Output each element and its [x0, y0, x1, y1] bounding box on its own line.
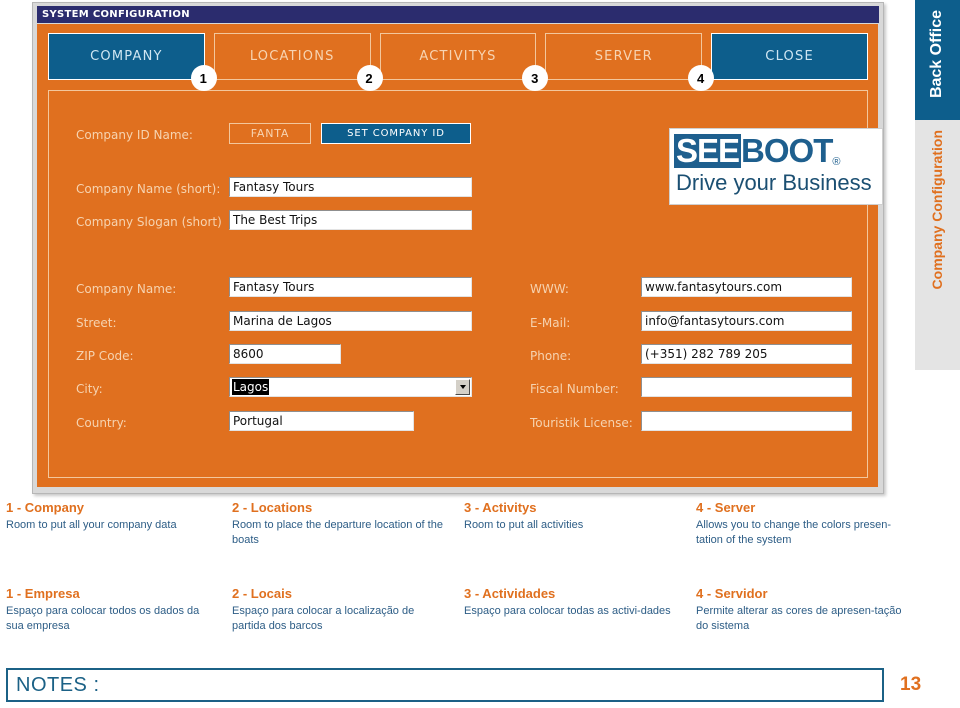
logo-wordmark: SEE BOOT ®: [674, 132, 878, 170]
www-input[interactable]: www.fantasytours.com: [641, 277, 852, 297]
logo-tagline: Drive your Business: [676, 170, 872, 195]
system-configuration-window: SYSTEM CONFIGURATION COMPANY 1 LOCATIONS…: [32, 2, 884, 494]
notes-box[interactable]: NOTES :: [6, 668, 884, 702]
company-id-label: Company ID Name:: [76, 128, 193, 142]
caption-company-en: 1 - Company Room to put all your company…: [0, 500, 232, 548]
fiscal-number-input[interactable]: [641, 377, 852, 397]
fiscal-number-label: Fiscal Number:: [530, 382, 619, 396]
tab-server[interactable]: SERVER 4: [545, 33, 715, 91]
tab-company[interactable]: COMPANY 1: [48, 33, 217, 91]
captions-portuguese: 1 - Empresa Espaço para colocar todos os…: [0, 586, 960, 634]
caption-empresa-pt-body: Espaço para colocar todos os dados da su…: [6, 605, 200, 632]
caption-locations-en-body: Room to place the departure location of …: [232, 519, 443, 546]
window-client-area: COMPANY 1 LOCATIONS 2 ACTIVITYS 3 SERVER…: [37, 24, 878, 487]
caption-locais-pt-body: Espaço para colocar a localização de par…: [232, 605, 415, 632]
street-label: Street:: [76, 316, 117, 330]
caption-activitys-en: 3 - Activitys Room to put all activities: [464, 500, 696, 548]
caption-empresa-pt: 1 - Empresa Espaço para colocar todos os…: [0, 586, 232, 634]
company-slogan-short-label: Company Slogan (short): [76, 215, 222, 229]
caption-server-en-body: Allows you to change the colors presen-t…: [696, 519, 892, 546]
email-label: E-Mail:: [530, 316, 571, 330]
tab-activitys-label: ACTIVITYS: [419, 49, 497, 64]
chevron-down-icon[interactable]: [455, 379, 470, 395]
page-number: 13: [900, 674, 922, 695]
tab-server-badge: 4: [688, 65, 715, 91]
country-label: Country:: [76, 416, 127, 430]
seeboot-logo: SEE BOOT ® Drive your Business: [669, 128, 883, 205]
caption-activitys-en-body: Room to put all activities: [464, 519, 584, 531]
caption-actividades-pt-body: Espaço para colocar todas as activi-dade…: [464, 605, 671, 617]
tab-locations-label: LOCATIONS: [249, 49, 335, 64]
www-label: WWW:: [530, 282, 569, 296]
city-selected-value: Lagos: [232, 379, 270, 395]
company-slogan-short-input[interactable]: The Best Trips: [229, 210, 472, 230]
tab-company-badge: 1: [190, 65, 217, 91]
company-name-label: Company Name:: [76, 282, 177, 296]
tab-activitys-badge: 3: [522, 65, 549, 91]
notes-label: NOTES :: [16, 674, 100, 696]
logo-boot-text: BOOT: [741, 132, 833, 169]
window-title: SYSTEM CONFIGURATION: [42, 9, 190, 20]
company-name-short-input[interactable]: Fantasy Tours: [229, 177, 472, 197]
side-tab-company-configuration-label: Company Configuration: [929, 130, 945, 290]
caption-server-en-heading: 4 - Server: [696, 500, 756, 515]
caption-actividades-pt: 3 - Actividades Espaço para colocar toda…: [464, 586, 696, 634]
close-button-label: CLOSE: [765, 49, 814, 64]
side-tab-company-configuration[interactable]: Company Configuration: [915, 120, 960, 370]
caption-servidor-pt-heading: 4 - Servidor: [696, 586, 768, 601]
email-input[interactable]: info@fantasytours.com: [641, 311, 852, 331]
side-tab-back-office[interactable]: Back Office: [915, 0, 960, 120]
touristik-license-label: Touristik License:: [530, 416, 633, 430]
caption-locais-pt-heading: 2 - Locais: [232, 586, 292, 601]
company-name-short-label: Company Name (short):: [76, 182, 221, 196]
caption-company-en-heading: 1 - Company: [6, 500, 85, 515]
touristik-license-input[interactable]: [641, 411, 852, 431]
tab-server-label: SERVER: [594, 49, 653, 64]
caption-locations-en: 2 - Locations Room to place the departur…: [232, 500, 464, 548]
tab-activitys[interactable]: ACTIVITYS 3: [379, 33, 549, 91]
registered-trademark-icon: ®: [832, 156, 841, 168]
close-button[interactable]: CLOSE: [711, 33, 868, 80]
phone-label: Phone:: [530, 349, 572, 363]
caption-actividades-pt-heading: 3 - Actividades: [464, 586, 556, 601]
city-label: City:: [76, 382, 103, 396]
tab-locations[interactable]: LOCATIONS 2: [213, 33, 383, 91]
caption-activitys-en-heading: 3 - Activitys: [464, 500, 537, 515]
zip-code-label: ZIP Code:: [76, 349, 134, 363]
caption-server-en: 4 - Server Allows you to change the colo…: [696, 500, 926, 548]
company-id-value[interactable]: FANTA: [229, 123, 311, 144]
zip-code-input[interactable]: 8600: [229, 344, 341, 364]
caption-locais-pt: 2 - Locais Espaço para colocar a localiz…: [232, 586, 464, 634]
tab-company-label: COMPANY: [90, 49, 163, 64]
set-company-id-button[interactable]: SET COMPANY ID: [321, 123, 471, 144]
tab-strip: COMPANY 1 LOCATIONS 2 ACTIVITYS 3 SERVER…: [48, 33, 868, 91]
caption-servidor-pt-body: Permite alterar as cores de apresen-taçã…: [696, 605, 902, 632]
window-titlebar: SYSTEM CONFIGURATION: [37, 6, 879, 23]
side-tab-back-office-label: Back Office: [928, 10, 945, 99]
country-input[interactable]: Portugal: [229, 411, 414, 431]
tab-locations-badge: 2: [356, 65, 383, 91]
caption-locations-en-heading: 2 - Locations: [232, 500, 313, 515]
logo-see-text: SEE: [674, 132, 742, 169]
street-input[interactable]: Marina de Lagos: [229, 311, 472, 331]
company-name-input[interactable]: Fantasy Tours: [229, 277, 472, 297]
captions-english: 1 - Company Room to put all your company…: [0, 500, 960, 548]
caption-company-en-body: Room to put all your company data: [6, 519, 177, 531]
caption-empresa-pt-heading: 1 - Empresa: [6, 586, 80, 601]
phone-input[interactable]: (+351) 282 789 205: [641, 344, 852, 364]
caption-servidor-pt: 4 - Servidor Permite alterar as cores de…: [696, 586, 926, 634]
city-combobox[interactable]: Lagos: [229, 377, 472, 397]
